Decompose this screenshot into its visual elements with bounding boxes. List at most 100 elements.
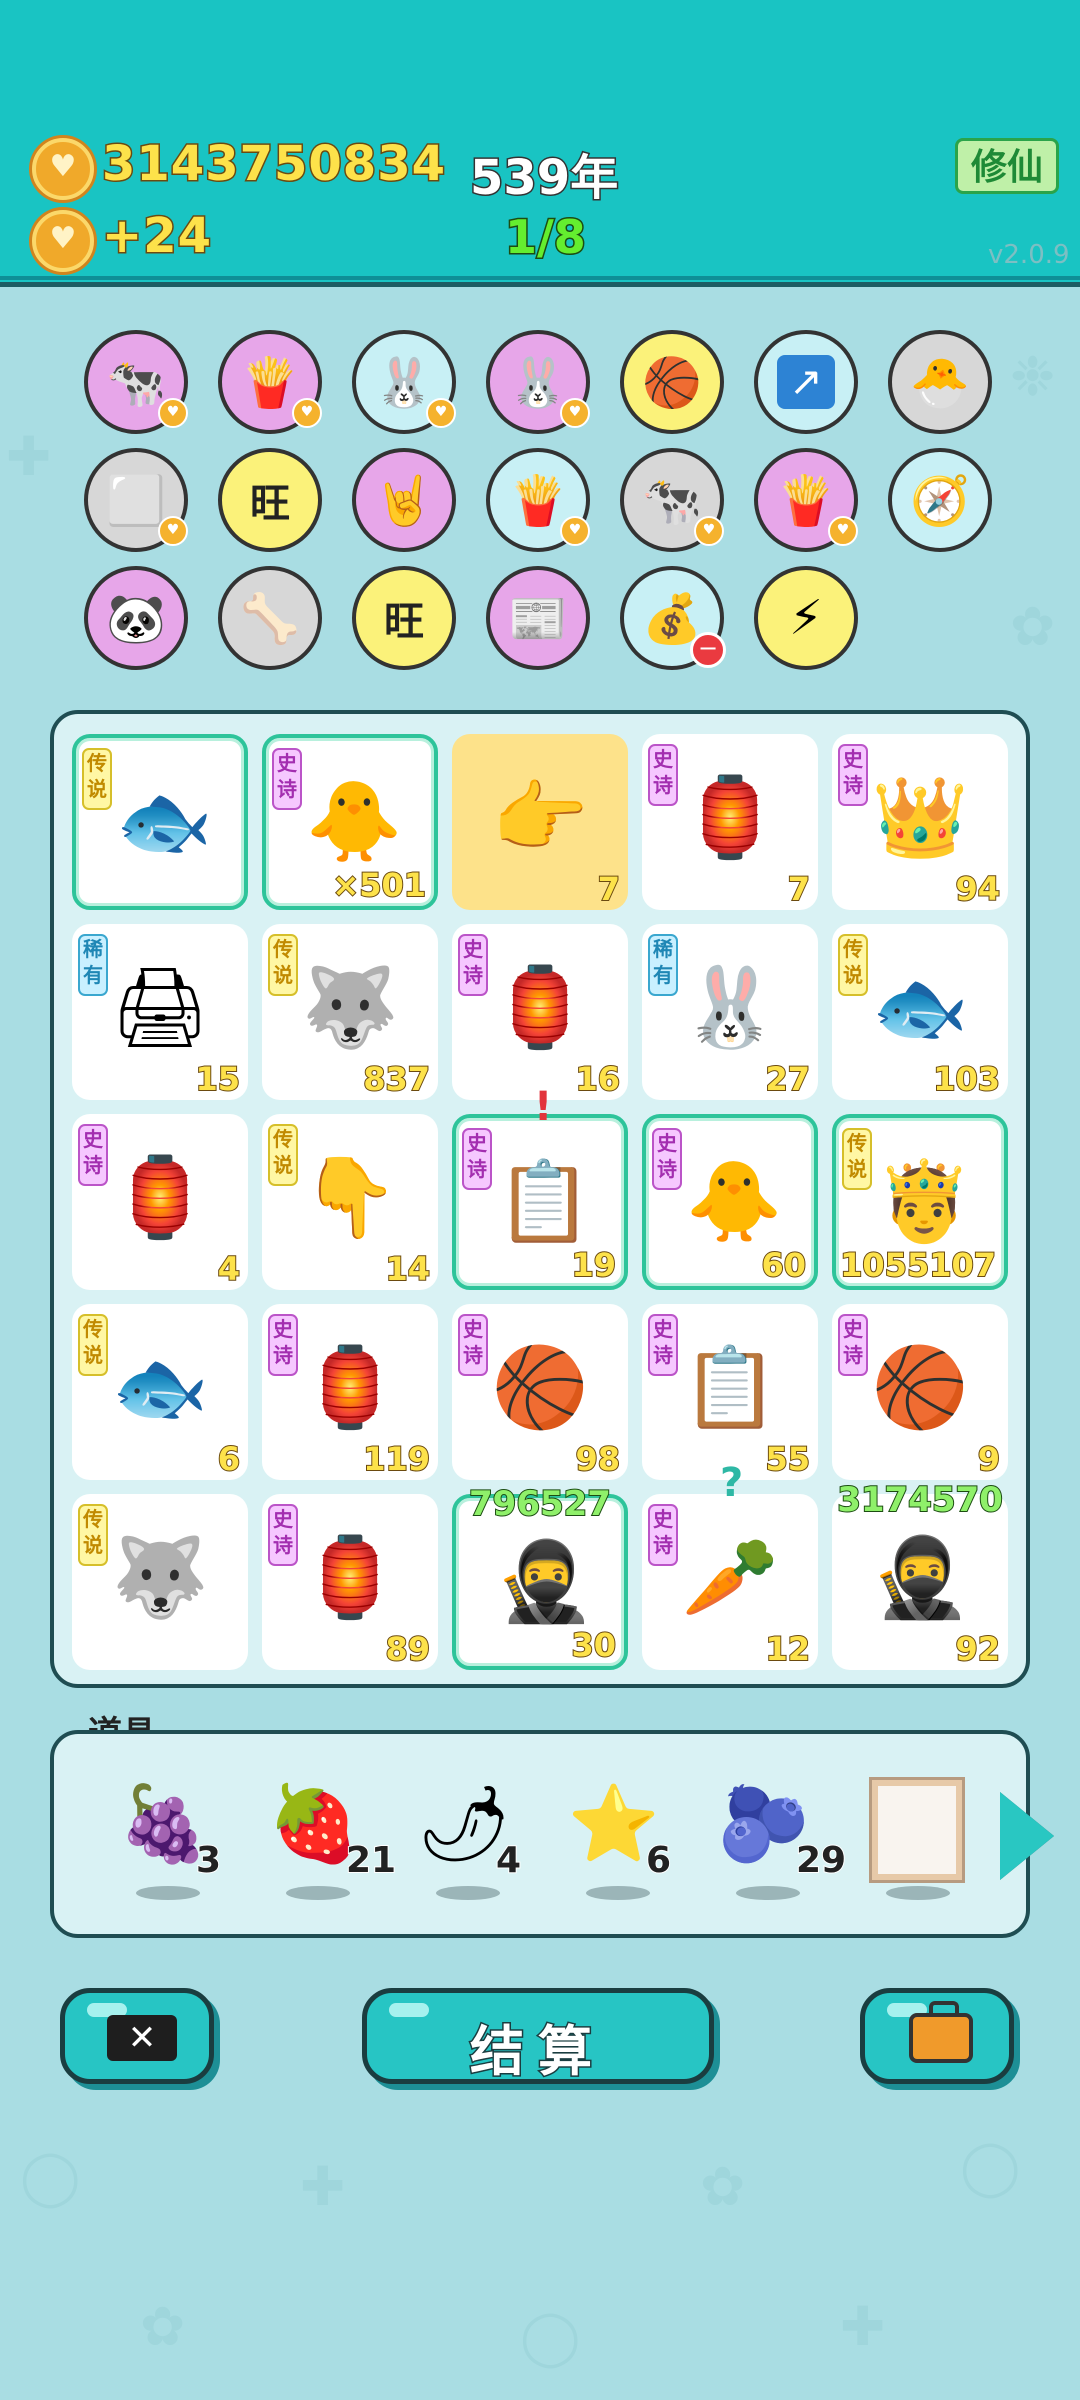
board-cell[interactable]: 传说 🐺 [72,1494,248,1670]
items-tray: 🍇 3 🍓 21 🌶 4 ⭐ 6 🫐 29 [50,1730,1030,1938]
symbol-3[interactable]: 🐰 ♥ [486,330,590,434]
board-cell[interactable]: 传说 👇 14 [262,1114,438,1290]
symbol-5[interactable]: ↗ [754,330,858,434]
item-count: 3 [195,1839,222,1882]
symbol-icon: 旺 [250,481,290,527]
board-cell[interactable]: 史诗 🏀 9 [832,1304,1008,1480]
symbol-icon: 🐄 [106,354,166,411]
symbol-icon: 🖨 [110,962,210,1053]
symbol-icon: 🏮 [111,1152,209,1243]
symbol-4[interactable]: 🏀 [620,330,724,434]
board-cell[interactable]: 稀有 🐰 27 [642,924,818,1100]
symbol-icon: 🐟 [115,776,213,867]
heart-icon: ♥ [292,398,322,428]
cell-value: 89 [384,1629,431,1669]
symbol-6[interactable]: 🐣 [888,330,992,434]
board-cell[interactable]: 史诗 🏮 119 [262,1304,438,1480]
symbol-icon: 📋 [495,1156,593,1247]
board-cell[interactable]: 👉 7 [452,734,628,910]
inventory-button[interactable] [860,1988,1014,2084]
symbol-icon: 🏀 [871,1342,969,1433]
symbol-14[interactable]: 🐼 [84,566,188,670]
board-cell[interactable]: 传说 🤴 1055107 [832,1114,1008,1290]
symbol-icon: 🐰 [681,962,779,1053]
symbol-icon: 🤘 [374,472,434,529]
symbol-8[interactable]: 旺 [218,448,322,552]
bg-pattern: ✿ [700,2155,746,2218]
bg-pattern: ◯ [520,2305,581,2368]
board-cell[interactable]: 史诗 🥕? 12 [642,1460,818,1670]
heart-icon: ♥ [828,516,858,546]
item-slot[interactable]: ⭐ 6 [564,1774,684,1914]
symbol-7[interactable]: ⬜ ♥ [84,448,188,552]
symbol-icon: 🐣 [910,354,970,411]
item-shadow [136,1886,200,1900]
symbol-1[interactable]: 🍟 ♥ [218,330,322,434]
round-counter: 1/8 [504,209,588,266]
board-cell[interactable]: 🥷 3174570 92 [832,1479,1008,1670]
item-slot[interactable]: 🫐 29 [714,1774,847,1914]
board-cell[interactable]: 史诗 🏮 4 [72,1114,248,1290]
board-cell[interactable]: 传说 🐺 837 [262,924,438,1100]
symbol-11[interactable]: 🐄 ♥ [620,448,724,552]
board-cell[interactable]: 🥷 796527 30 [452,1483,628,1670]
cultivate-button[interactable]: 修仙 [955,138,1059,194]
board-cell[interactable]: 传说 🐟 [72,734,248,910]
board-cell[interactable]: 传说 🐟 6 [72,1304,248,1480]
board-cell[interactable]: 史诗 🏮 16 [452,924,628,1100]
symbol-10[interactable]: 🍟 ♥ [486,448,590,552]
board-cell[interactable]: 史诗 📋 55 [642,1304,818,1480]
symbol-12[interactable]: 🍟 ♥ [754,448,858,552]
symbol-15[interactable]: 🦴 [218,566,322,670]
symbol-icon: 🐺 [301,962,399,1053]
board-cell[interactable]: 史诗 🐥 60 [642,1114,818,1290]
board-cell[interactable]: 史诗 👑 94 [832,734,1008,910]
symbol-9[interactable]: 🤘 [352,448,456,552]
symbol-19[interactable]: ⚡ [754,566,858,670]
briefcase-icon [909,2001,973,2063]
item-count: 4 [495,1839,522,1882]
symbol-icon: 🏮 [491,962,589,1053]
symbol-icon: 🤴 [875,1156,973,1247]
header-divider [0,276,1080,280]
symbol-18[interactable]: 💰 − [620,566,726,670]
cell-value: 1055107 [839,1245,997,1285]
symbol-icon: 🐥 [305,776,403,867]
skip-button[interactable]: ✕ [60,1988,214,2084]
frame-icon [872,1780,962,1880]
income-coin-icon [32,210,94,272]
item-slot[interactable]: 🌶 4 [414,1774,534,1914]
board-cell[interactable]: 史诗 🐥 ×501 [262,734,438,910]
symbol-13[interactable]: 🧭 [888,448,992,552]
cell-value: 9 [977,1439,1001,1479]
board-cell[interactable]: 传说 🐟 103 [832,924,1008,1100]
symbol-17[interactable]: 📰 [486,566,590,670]
cell-value: 16 [574,1059,621,1099]
board-cell[interactable]: 史诗 📋! 19 [452,1084,628,1290]
item-slot[interactable]: 🍓 21 [264,1774,397,1914]
board-cell[interactable]: 史诗 🏀 98 [452,1304,628,1480]
income-per-turn: +24 [100,207,213,266]
symbol-0[interactable]: 🐄 ♥ [84,330,188,434]
symbol-icon: 📰 [508,590,568,647]
symbol-icon: 🍟 [508,472,568,529]
settle-label: 结算 [469,2019,606,2085]
items-next-arrow-icon[interactable] [1000,1792,1054,1880]
bg-pattern: ✚ [6,425,52,488]
item-slot[interactable]: 🍇 3 [114,1774,234,1914]
symbol-icon: 👉 [491,772,589,863]
settle-button[interactable]: 结算 [362,1988,714,2085]
symbol-2[interactable]: 🐰 ♥ [352,330,456,434]
bg-pattern: ◯ [20,2145,81,2208]
year-counter: 539年 [468,149,619,208]
board-cell[interactable]: 史诗 🏮 7 [642,734,818,910]
symbol-icon: 🍟 [776,472,836,529]
symbol-16[interactable]: 旺 [352,566,456,670]
board-cell[interactable]: 稀有 🖨 15 [72,924,248,1100]
bg-pattern: ✿ [140,2295,186,2358]
item-slot[interactable] [864,1774,984,1914]
cell-value: 7 [597,869,621,909]
remove-icon[interactable]: − [690,632,726,668]
board-cell[interactable]: 史诗 🏮 89 [262,1494,438,1670]
symbol-icon: 🥷 [495,1536,593,1627]
